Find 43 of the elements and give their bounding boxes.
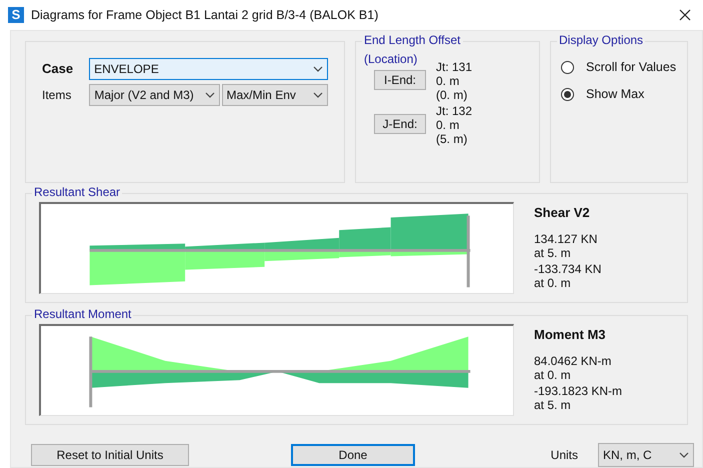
chevron-down-icon [204, 92, 215, 98]
chevron-down-icon [313, 92, 324, 98]
radio-option[interactable]: Scroll for Values [561, 58, 687, 77]
group-title: Display Options [557, 34, 646, 46]
min-location: at 0. m [534, 276, 572, 290]
group-subtitle: (Location) [364, 52, 418, 66]
case-label: Case [42, 60, 74, 78]
diagram-heading: Shear V2 [534, 206, 591, 220]
app-logo-icon: S [8, 7, 24, 23]
window-title: Diagrams for Frame Object B1 Lantai 2 grid B/3-4 (BALOK B1) [31, 6, 378, 24]
min-value: -193.1823 KN-m [534, 384, 622, 398]
offset-value: 0. m [436, 118, 460, 132]
group-title: Resultant Moment [32, 308, 134, 320]
reset-units-button[interactable]: Reset to Initial Units [31, 444, 189, 466]
joint-label: Jt: 131 [436, 60, 472, 74]
radio-option[interactable]: Show Max [561, 84, 687, 104]
max-location: at 5. m [534, 246, 572, 260]
radio-button[interactable] [561, 60, 574, 74]
chevron-down-icon [313, 66, 323, 72]
items-label: Items [42, 87, 72, 104]
done-button[interactable]: Done [291, 444, 415, 466]
group-title: End Length Offset [362, 34, 463, 46]
max-location: at 0. m [534, 368, 572, 382]
close-icon[interactable] [679, 9, 691, 21]
max-value: 84.0462 KN-m [534, 354, 612, 368]
end-button[interactable]: J-End: [374, 114, 426, 134]
location-value: (5. m) [436, 132, 468, 146]
diagram-heading: Moment M3 [534, 328, 606, 342]
component-dropdown[interactable]: Major (V2 and M3) [89, 84, 220, 106]
group-title: Resultant Shear [32, 186, 122, 198]
result-type-dropdown[interactable]: Max/Min Env [222, 84, 328, 106]
min-location: at 5. m [534, 398, 572, 412]
location-value: (0. m) [436, 88, 468, 102]
radio-button[interactable] [561, 88, 574, 101]
max-value: 134.127 KN [534, 232, 598, 246]
chevron-down-icon [679, 452, 689, 458]
units-dropdown[interactable]: KN, m, C [598, 443, 694, 467]
offset-value: 0. m [436, 74, 460, 88]
case-dropdown[interactable]: ENVELOPE [89, 58, 328, 80]
min-value: -133.734 KN [534, 262, 602, 276]
end-button[interactable]: I-End: [374, 70, 426, 90]
joint-label: Jt: 132 [436, 104, 472, 118]
units-label: Units [550, 447, 578, 464]
